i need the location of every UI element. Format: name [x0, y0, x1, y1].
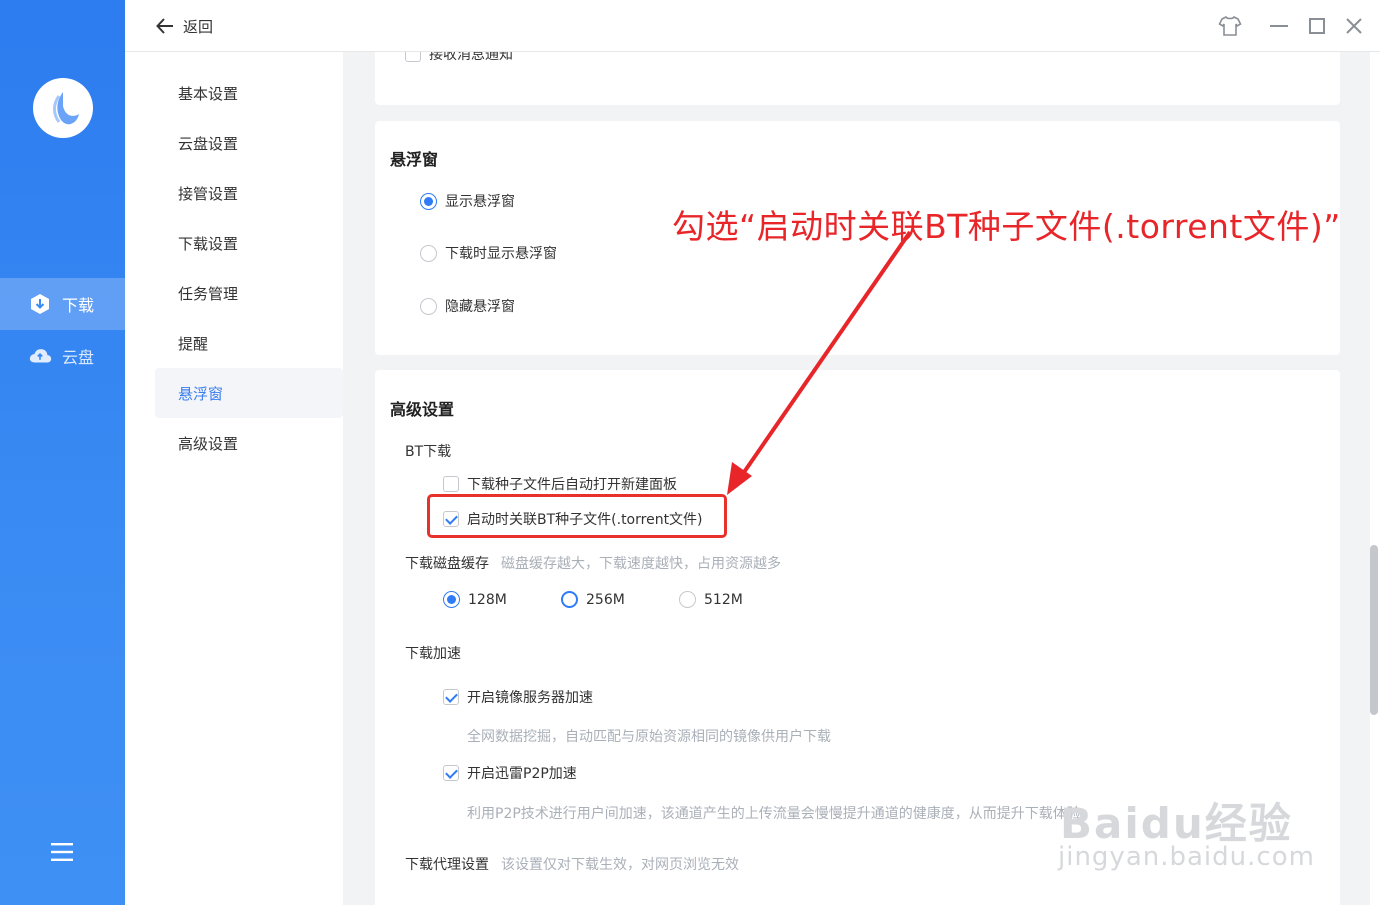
- subnav-item-takeover[interactable]: 接管设置: [155, 168, 343, 218]
- show-float-while-downloading-option[interactable]: 下载时显示悬浮窗: [420, 243, 557, 263]
- option-label: 开启迅雷P2P加速: [467, 766, 577, 782]
- minimize-icon[interactable]: [1267, 14, 1291, 38]
- option-label: 显示悬浮窗: [445, 194, 515, 210]
- annotation-text: 勾选“启动时关联BT种子文件(.torrent文件)”: [672, 207, 1341, 246]
- subnav-item-tasks[interactable]: 任务管理: [155, 268, 343, 318]
- checkbox[interactable]: [443, 765, 459, 781]
- skin-icon[interactable]: [1218, 14, 1242, 38]
- radio-button[interactable]: [561, 591, 578, 608]
- subnav-item-cloud[interactable]: 云盘设置: [155, 118, 343, 168]
- annotation-highlight-box: [427, 494, 727, 538]
- checkbox[interactable]: [443, 476, 459, 492]
- scrollbar-thumb[interactable]: [1370, 545, 1378, 715]
- rail-item-label: 云盘: [62, 348, 95, 367]
- mirror-accel-option[interactable]: 开启镜像服务器加速: [443, 687, 593, 707]
- proxy-row: 下载代理设置 该设置仅对下载生效，对网页浏览无效: [405, 854, 739, 874]
- checkbox[interactable]: [405, 52, 421, 62]
- radio-button[interactable]: [420, 297, 437, 315]
- cache-128m-option[interactable]: 128M: [443, 591, 507, 608]
- radio-button[interactable]: [420, 192, 437, 210]
- subnav-item-float-window[interactable]: 悬浮窗: [155, 368, 343, 418]
- receive-notification-option[interactable]: 接收消息通知: [405, 52, 513, 64]
- arrow-left-icon: [156, 18, 173, 34]
- proxy-hint: 该设置仅对下载生效，对网页浏览无效: [501, 857, 739, 873]
- radio-button[interactable]: [679, 591, 696, 608]
- cache-256m-option[interactable]: 256M: [561, 591, 625, 608]
- proxy-label: 下载代理设置: [405, 857, 489, 873]
- cache-512m-option[interactable]: 512M: [679, 591, 743, 608]
- option-label: 隐藏悬浮窗: [445, 299, 515, 315]
- download-accel-label: 下载加速: [405, 646, 461, 662]
- disk-cache-label: 下载磁盘缓存: [405, 556, 489, 572]
- subnav-item-download[interactable]: 下载设置: [155, 218, 343, 268]
- option-label: 下载时显示悬浮窗: [445, 246, 557, 262]
- disk-cache-hint: 磁盘缓存越大，下载速度越快，占用资源越多: [501, 556, 781, 572]
- show-float-option[interactable]: 显示悬浮窗: [420, 191, 515, 211]
- auto-open-new-panel-option[interactable]: 下载种子文件后自动打开新建面板: [443, 474, 677, 494]
- top-bar: 返回: [125, 0, 1380, 52]
- p2p-accel-option[interactable]: 开启迅雷P2P加速: [443, 763, 577, 783]
- hide-float-option[interactable]: 隐藏悬浮窗: [420, 296, 515, 316]
- app-logo: [33, 78, 93, 138]
- option-label: 开启镜像服务器加速: [467, 690, 593, 706]
- settings-panel: 返回 基本设置 云盘设置 接管设置 下载设置 任务管理 提醒 悬浮窗 高级设置: [125, 0, 1380, 905]
- notification-card: 接收消息通知: [375, 52, 1340, 105]
- download-shield-icon: [28, 292, 52, 316]
- maximize-icon[interactable]: [1305, 14, 1329, 38]
- p2p-accel-desc: 利用P2P技术进行用户间加速，该通道产生的上传流量会慢慢提升通道的健康度，从而提…: [467, 806, 1081, 822]
- subnav-item-reminder[interactable]: 提醒: [155, 318, 343, 368]
- rail-item-cloud[interactable]: 云盘: [0, 330, 125, 382]
- mirror-accel-desc: 全网数据挖掘，自动匹配与原始资源相同的镜像供用户下载: [467, 729, 831, 745]
- back-label: 返回: [183, 17, 214, 36]
- section-title: 悬浮窗: [390, 150, 439, 169]
- section-title: 高级设置: [390, 400, 455, 419]
- radio-button[interactable]: [420, 244, 437, 262]
- option-label: 接收消息通知: [429, 52, 513, 63]
- rail-item-label: 下载: [62, 296, 95, 315]
- hamburger-icon[interactable]: [51, 842, 73, 862]
- back-button[interactable]: 返回: [155, 14, 213, 38]
- bt-download-label: BT下载: [405, 444, 452, 460]
- option-label: 256M: [586, 591, 625, 608]
- watermark-url: jingyan.baidu.com: [1058, 842, 1315, 872]
- close-icon[interactable]: [1342, 14, 1366, 38]
- rail-item-download[interactable]: 下载: [0, 278, 125, 330]
- left-rail: 下载 云盘: [0, 0, 125, 905]
- option-label: 下载种子文件后自动打开新建面板: [467, 477, 677, 493]
- settings-content: 接收消息通知 悬浮窗 显示悬浮窗 下载时显示悬浮窗 隐藏悬浮窗 高级设置 BT下…: [343, 52, 1370, 905]
- subnav-item-basic[interactable]: 基本设置: [155, 68, 343, 118]
- option-label: 512M: [704, 591, 743, 608]
- subnav-item-advanced[interactable]: 高级设置: [155, 418, 343, 468]
- settings-subnav: 基本设置 云盘设置 接管设置 下载设置 任务管理 提醒 悬浮窗 高级设置: [155, 68, 343, 468]
- radio-button[interactable]: [443, 591, 460, 608]
- option-label: 128M: [468, 591, 507, 608]
- cloud-icon: [28, 344, 52, 368]
- disk-cache-row: 下载磁盘缓存 磁盘缓存越大，下载速度越快，占用资源越多: [405, 553, 781, 573]
- checkbox[interactable]: [443, 689, 459, 705]
